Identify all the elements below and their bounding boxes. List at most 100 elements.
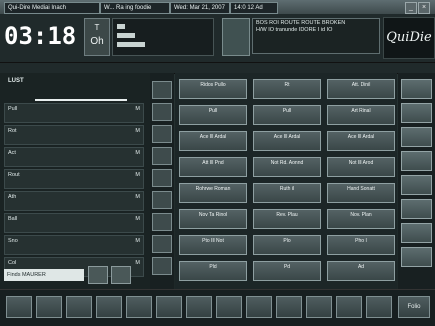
cue-button[interactable] [152,235,172,253]
cue-button[interactable] [152,81,172,99]
cue-button[interactable] [152,213,172,231]
toolbar-button[interactable] [216,296,242,318]
right-control-column [398,73,435,289]
cart-button[interactable]: Nov Ta Rinol [179,209,247,229]
list-item-duration: M [135,128,140,134]
toolbar-button[interactable] [96,296,122,318]
list-item-duration: M [135,260,140,266]
list-item-duration: M [135,216,140,222]
cart-button[interactable]: Ridos Pullo [179,79,247,99]
toolbar-button[interactable] [186,296,212,318]
cart-button[interactable]: Ace Ill Ardal [327,131,395,151]
cart-button[interactable]: Ad [327,261,395,281]
cue-button[interactable] [152,191,172,209]
cart-button[interactable]: Hand Sonatt [327,183,395,203]
cart-button[interactable]: Pd [253,261,321,281]
cart-button[interactable]: Nov. Plan [327,209,395,229]
app-window: Qui-Dire Mediai Inach W... Ra ing foodie… [0,0,435,326]
toolbar-button[interactable] [366,296,392,318]
side-button[interactable] [401,151,432,171]
close-icon[interactable]: × [418,2,430,14]
side-button[interactable] [401,247,432,267]
cue-icon-column [150,73,174,289]
cart-button[interactable]: Ace Ill Ardal [179,131,247,151]
cue-button[interactable] [152,169,172,187]
title-segment-clock: 14:0 12 Ad [230,2,278,14]
transport-toggle-button[interactable]: T Oh [84,18,110,56]
cue-button[interactable] [152,257,172,275]
list-item-text: Sno [8,238,18,244]
toolbar-button[interactable] [156,296,182,318]
toolbar-button[interactable] [6,296,32,318]
main-clock: 03:18 [4,22,77,50]
playlist-panel: LUST Pull M Rot M Act M Rout M Ath M Bal… [0,73,150,289]
now-box-button[interactable] [222,18,250,56]
list-item-text: Rot [8,128,17,134]
list-control-button[interactable] [88,266,108,284]
level-meter [112,18,214,56]
app-title: Qui-Dire Mediai Inach [4,2,100,14]
playlist-progress-bar [35,99,127,101]
side-button[interactable] [401,175,432,195]
cart-button[interactable]: Pld [179,261,247,281]
list-item[interactable]: Rot M [4,125,144,145]
cart-button[interactable]: Ruth il [253,183,321,203]
meter-bar [117,42,145,47]
list-item-text: Ath [8,194,17,200]
now-playing-line: H/W IO tranunde IDORE I id IO [256,27,333,33]
cart-button[interactable]: Pto Ill Not [179,235,247,255]
list-item-text: Rout [8,172,20,178]
toolbar-button[interactable] [336,296,362,318]
cart-button[interactable]: Rev. Plau [253,209,321,229]
cart-button[interactable]: Att. Dinil [327,79,395,99]
search-input[interactable]: Finds MAURER [4,269,84,281]
list-item[interactable]: Ball M [4,213,144,233]
cart-button[interactable]: Art Rinal [327,105,395,125]
list-item[interactable]: Sno M [4,235,144,255]
minimize-icon[interactable]: _ [405,2,417,14]
toolbar-button[interactable] [276,296,302,318]
cue-button[interactable] [152,147,172,165]
cart-button[interactable]: Pull [179,105,247,125]
cart-button[interactable]: Rohrwe Roman [179,183,247,203]
list-item-text: Pull [8,106,18,112]
toolbar-button[interactable] [66,296,92,318]
cart-grid: Ridos Pullo Rt Att. Dinil Pull Pull Art … [175,73,397,289]
list-item-duration: M [135,106,140,112]
now-playing-info: BOS ROI ROUTE ROUTE BROKEN H/W IO tranun… [252,18,380,54]
meter-bar [117,24,125,29]
list-item[interactable]: Pull M [4,103,144,123]
side-button[interactable] [401,79,432,99]
toolbar-button[interactable] [246,296,272,318]
cart-button[interactable]: Pho I [327,235,395,255]
cart-button[interactable]: Att Ill Pnd [179,157,247,177]
cart-button[interactable]: Pull [253,105,321,125]
app-logo: QuiDie [383,17,435,59]
side-button[interactable] [401,223,432,243]
list-item-duration: M [135,238,140,244]
cart-button[interactable]: Not Ill Arod [327,157,395,177]
side-button[interactable] [401,127,432,147]
playlist-title: LUST [4,75,144,89]
side-button[interactable] [401,103,432,123]
title-segment-project: W... Ra ing foodie [100,2,170,14]
cue-button[interactable] [152,125,172,143]
cue-button[interactable] [152,103,172,121]
cart-button[interactable]: Plo [253,235,321,255]
list-control-button[interactable] [111,266,131,284]
title-segment-date: Wed: Mar 21, 2007 [170,2,230,14]
cart-button[interactable]: Rt [253,79,321,99]
cart-button[interactable]: Ace Ill Ardal [253,131,321,151]
meter-bar [117,33,135,38]
side-button[interactable] [401,199,432,219]
toolbar-button[interactable] [306,296,332,318]
list-item[interactable]: Act M [4,147,144,167]
toolbar-button[interactable] [36,296,62,318]
toolbar-button[interactable] [126,296,152,318]
toggle-label-top: T [94,23,100,32]
folio-button[interactable]: Folio [398,296,430,318]
list-item[interactable]: Rout M [4,169,144,189]
list-item-duration: M [135,150,140,156]
cart-button[interactable]: Not Rd. Aonnd [253,157,321,177]
list-item[interactable]: Ath M [4,191,144,211]
